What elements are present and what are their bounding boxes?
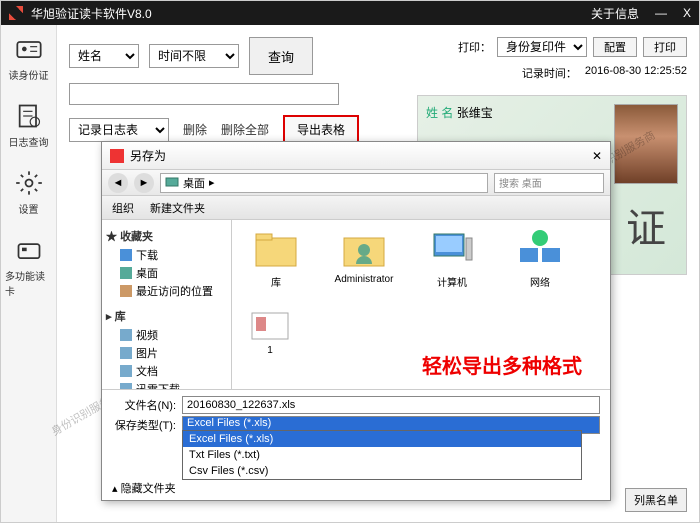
- delete-all-link[interactable]: 删除全部: [221, 121, 269, 138]
- app-logo-icon: [9, 6, 23, 20]
- save-as-dialog: 另存为 ✕ ◄ ► 桌面 ▸ 搜索 桌面 组织 新建文件夹 ★ 收藏夹 下载 桌…: [101, 141, 611, 501]
- sidebar-label: 设置: [19, 201, 39, 216]
- about-link[interactable]: 关于信息: [591, 5, 639, 22]
- tree-item[interactable]: 迅雷下载: [106, 380, 227, 389]
- chevron-right-icon: ▸: [209, 176, 215, 189]
- titlebar: 华旭验证读卡软件V8.0 关于信息 — X: [1, 1, 699, 25]
- log-table-select[interactable]: 记录日志表: [69, 118, 169, 142]
- sidebar-item-read-id[interactable]: 读身份证: [1, 25, 56, 92]
- tree-item[interactable]: 视频: [106, 326, 227, 344]
- filetype-label: 保存类型(T):: [112, 417, 176, 433]
- tree-item[interactable]: 下载: [106, 246, 227, 264]
- sidebar-label: 读身份证: [9, 67, 49, 82]
- time-select[interactable]: 时间不限: [149, 44, 239, 68]
- sidebar-item-settings[interactable]: 设置: [1, 159, 56, 226]
- file-item-folder[interactable]: 1: [240, 305, 300, 356]
- multi-card-icon: [15, 236, 43, 264]
- log-icon: [15, 102, 43, 130]
- print-label: 打印：: [458, 39, 491, 55]
- network-icon: [516, 228, 564, 270]
- user-folder-icon: [340, 228, 388, 270]
- tree-favorites[interactable]: ★ 收藏夹: [106, 226, 227, 246]
- close-button[interactable]: X: [683, 6, 691, 20]
- field-select[interactable]: 姓名: [69, 44, 139, 68]
- id-card-icon: [15, 35, 43, 63]
- delete-link[interactable]: 删除: [183, 121, 207, 138]
- dialog-icon: [110, 149, 124, 163]
- id-big-char: 证: [626, 196, 666, 254]
- path-breadcrumb[interactable]: 桌面 ▸: [160, 173, 488, 193]
- print-button[interactable]: 打印: [643, 37, 687, 57]
- tree-item[interactable]: 最近访问的位置: [106, 282, 227, 300]
- tree-item[interactable]: 图片: [106, 344, 227, 362]
- filetype-option[interactable]: Excel Files (*.xls): [183, 431, 581, 447]
- config-button[interactable]: 配置: [593, 37, 637, 57]
- id-name-value: 张维宝: [457, 106, 493, 120]
- gear-icon: [15, 169, 43, 197]
- minimize-button[interactable]: —: [655, 6, 667, 20]
- tree-item[interactable]: 文档: [106, 362, 227, 380]
- organize-menu[interactable]: 组织: [112, 200, 134, 216]
- dialog-bottom: 文件名(N): 保存类型(T): Excel Files (*.xls) Exc…: [102, 389, 610, 500]
- folder-tree: ★ 收藏夹 下载 桌面 最近访问的位置 ▸ 库 视频 图片 文档 迅雷下载 音乐: [102, 220, 232, 389]
- desktop-icon: [165, 176, 179, 190]
- blacklist-button[interactable]: 列黑名单: [625, 488, 687, 512]
- record-time-label: 记录时间：: [522, 65, 577, 81]
- file-list: 库 Administrator 计算机 网络 1 轻松导出多种格式: [232, 220, 610, 389]
- search-input[interactable]: [69, 83, 339, 105]
- print-select[interactable]: 身份复印件: [497, 37, 587, 57]
- file-item-network[interactable]: 网络: [504, 228, 576, 289]
- export-button[interactable]: 导出表格: [283, 115, 359, 144]
- sidebar-item-multi-card[interactable]: 多功能读卡: [1, 226, 56, 308]
- query-button[interactable]: 查询: [249, 37, 313, 75]
- file-item-user[interactable]: Administrator: [328, 228, 400, 289]
- sidebar: 读身份证 日志查询 设置 多功能读卡: [1, 25, 57, 522]
- dialog-nav: ◄ ► 桌面 ▸ 搜索 桌面: [102, 170, 610, 196]
- filetype-option[interactable]: Txt Files (*.txt): [183, 447, 581, 463]
- sidebar-label: 多功能读卡: [5, 268, 52, 298]
- overlay-text: 轻松导出多种格式: [422, 350, 582, 379]
- id-photo: [614, 104, 678, 184]
- nav-back-icon[interactable]: ◄: [108, 173, 128, 193]
- file-item-library[interactable]: 库: [240, 228, 312, 289]
- dialog-close-icon[interactable]: ✕: [592, 149, 602, 163]
- dialog-titlebar: 另存为 ✕: [102, 142, 610, 170]
- filetype-dropdown: Excel Files (*.xls) Txt Files (*.txt) Cs…: [182, 430, 582, 480]
- filename-label: 文件名(N):: [112, 397, 176, 413]
- dialog-toolbar: 组织 新建文件夹: [102, 196, 610, 220]
- new-folder-button[interactable]: 新建文件夹: [150, 200, 205, 216]
- id-name-label: 姓 名: [426, 106, 453, 120]
- sidebar-label: 日志查询: [9, 134, 49, 149]
- folder-icon: [250, 305, 290, 341]
- app-title: 华旭验证读卡软件V8.0: [31, 5, 152, 22]
- sidebar-item-log-query[interactable]: 日志查询: [1, 92, 56, 159]
- tree-libraries[interactable]: ▸ 库: [106, 306, 227, 326]
- file-item-computer[interactable]: 计算机: [416, 228, 488, 289]
- nav-fwd-icon[interactable]: ►: [134, 173, 154, 193]
- filetype-option[interactable]: Csv Files (*.csv): [183, 463, 581, 479]
- tree-item[interactable]: 桌面: [106, 264, 227, 282]
- filename-input[interactable]: [182, 396, 600, 414]
- computer-icon: [428, 228, 476, 270]
- dialog-search-input[interactable]: 搜索 桌面: [494, 173, 604, 193]
- library-icon: [252, 228, 300, 270]
- dialog-title: 另存为: [130, 147, 166, 164]
- record-time-value: 2016-08-30 12:25:52: [585, 65, 687, 81]
- hide-folders-toggle[interactable]: ▴ 隐藏文件夹: [112, 483, 176, 495]
